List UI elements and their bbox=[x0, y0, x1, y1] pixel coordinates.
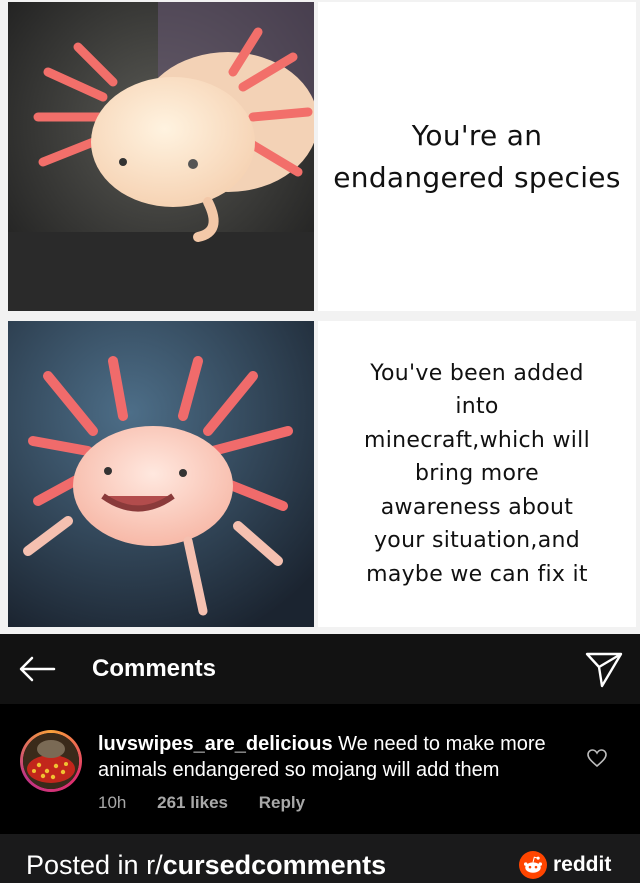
comment-meta: 10h 261 likes Reply bbox=[98, 793, 331, 813]
comment-item: luvswipes_are_delicious We need to make … bbox=[0, 704, 640, 834]
page-title: Comments bbox=[92, 655, 217, 682]
reddit-wordmark: reddit bbox=[553, 853, 612, 876]
avatar[interactable] bbox=[20, 730, 82, 792]
reddit-footer: Posted in r/cursedcomments reddit bbox=[0, 834, 640, 883]
subreddit-name[interactable]: cursedcomments bbox=[163, 850, 387, 880]
comment-time: 10h bbox=[98, 793, 127, 812]
meme-image: You're an endangered species You've been… bbox=[0, 0, 640, 634]
comment-text-block: luvswipes_are_delicious We need to make … bbox=[98, 731, 568, 783]
reply-button[interactable]: Reply bbox=[259, 793, 305, 812]
comments-header: Comments bbox=[0, 634, 640, 704]
reddit-logo: reddit bbox=[519, 851, 611, 879]
panel-2-caption: You've been added into minecraft,which w… bbox=[318, 321, 636, 627]
comment-username[interactable]: luvswipes_are_delicious bbox=[98, 733, 333, 755]
axolotl-photo-2 bbox=[8, 321, 314, 627]
comment-likes[interactable]: 261 likes bbox=[157, 793, 228, 812]
paper-plane-icon[interactable] bbox=[584, 650, 624, 688]
panel-1-caption-text: You're an endangered species bbox=[333, 118, 621, 194]
panel-1-caption: You're an endangered species bbox=[318, 2, 636, 311]
heart-icon[interactable] bbox=[586, 748, 608, 768]
axolotl-photo-1 bbox=[8, 2, 314, 311]
panel-2-caption-text: You've been added into minecraft,which w… bbox=[363, 360, 591, 587]
posted-in-prefix: Posted in r/ bbox=[26, 850, 163, 880]
posted-in-label: Posted in r/cursedcomments bbox=[26, 850, 386, 881]
reddit-alien-icon bbox=[519, 851, 547, 879]
arrow-left-icon[interactable] bbox=[18, 653, 56, 685]
